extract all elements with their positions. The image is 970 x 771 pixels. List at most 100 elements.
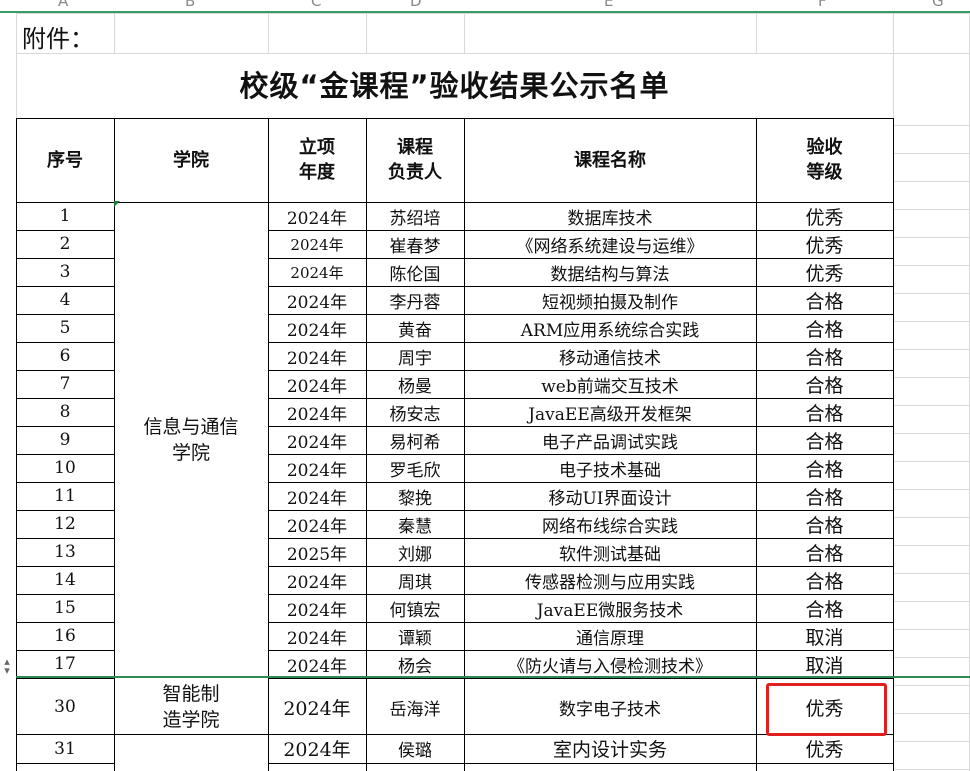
row30-seq-cell[interactable]: 30 [16, 680, 114, 734]
row-year-cell[interactable]: 2024年 [268, 426, 366, 454]
row-course-cell[interactable]: 网络布线综合实践 [464, 510, 756, 538]
row-grade-cell[interactable]: 优秀 [756, 202, 893, 230]
row-year-cell[interactable]: 2024年 [268, 314, 366, 342]
row-year-cell[interactable]: 2024年 [268, 398, 366, 426]
row-seq-cell[interactable]: 6 [16, 342, 114, 370]
row-grade-cell[interactable]: 合格 [756, 286, 893, 314]
row-year-cell[interactable]: 2024年 [268, 454, 366, 482]
row30-leader-cell[interactable]: 岳海洋 [366, 680, 464, 734]
row-year-cell[interactable]: 2024年 [268, 286, 366, 314]
row-grade-cell[interactable]: 合格 [756, 482, 893, 510]
column-header-c[interactable]: C [311, 0, 321, 10]
row-year-cell[interactable]: 2024年 [268, 482, 366, 510]
row-year-cell[interactable]: 2024年 [268, 230, 366, 258]
column-header-b[interactable]: B [185, 0, 195, 10]
row-course-cell[interactable]: 软件测试基础 [464, 538, 756, 566]
row-grade-cell[interactable]: 合格 [756, 510, 893, 538]
row-grade-cell[interactable]: 合格 [756, 370, 893, 398]
row-leader-cell[interactable]: 黄奋 [366, 314, 464, 342]
column-header-a[interactable]: A [58, 0, 68, 10]
row-year-cell[interactable]: 2024年 [268, 202, 366, 230]
column-header-f[interactable]: F [818, 0, 827, 10]
row-course-cell[interactable]: 电子技术基础 [464, 454, 756, 482]
row-course-cell[interactable]: 移动UI界面设计 [464, 482, 756, 510]
row-course-cell[interactable]: 《网络系统建设与运维》 [464, 230, 756, 258]
row-course-cell[interactable]: 通信原理 [464, 622, 756, 650]
row-leader-cell[interactable]: 刘娜 [366, 538, 464, 566]
row-leader-cell[interactable]: 黎挽 [366, 482, 464, 510]
row-seq-cell[interactable]: 3 [16, 258, 114, 286]
college-cell-intelligent[interactable]: 智能制 造学院 [114, 680, 268, 734]
row-year-cell[interactable]: 2024年 [268, 650, 366, 678]
row-leader-cell[interactable]: 崔春梦 [366, 230, 464, 258]
row-leader-cell[interactable]: 周宇 [366, 342, 464, 370]
row-seq-cell[interactable]: 16 [16, 622, 114, 650]
row-seq-cell[interactable]: 10 [16, 454, 114, 482]
row-seq-cell[interactable]: 15 [16, 594, 114, 622]
row-seq-cell[interactable]: 1 [16, 202, 114, 230]
row-resize-handle[interactable]: ▴ ▾ [0, 656, 14, 683]
row-leader-cell[interactable]: 罗毛欣 [366, 454, 464, 482]
row31-seq-cell[interactable]: 31 [16, 734, 114, 763]
row-seq-cell[interactable]: 7 [16, 370, 114, 398]
row-grade-cell[interactable]: 取消 [756, 622, 893, 650]
row-grade-cell[interactable]: 合格 [756, 426, 893, 454]
row-year-cell[interactable]: 2025年 [268, 538, 366, 566]
row-course-cell[interactable]: 移动通信技术 [464, 342, 756, 370]
row-grade-cell[interactable]: 取消 [756, 650, 893, 678]
row-leader-cell[interactable]: 杨安志 [366, 398, 464, 426]
row-leader-cell[interactable]: 周琪 [366, 566, 464, 594]
row-leader-cell[interactable]: 何镇宏 [366, 594, 464, 622]
row-seq-cell[interactable]: 9 [16, 426, 114, 454]
row30-course-cell[interactable]: 数字电子技术 [464, 680, 756, 734]
row-seq-cell[interactable]: 13 [16, 538, 114, 566]
row-seq-cell[interactable]: 17 [16, 650, 114, 678]
row-seq-cell[interactable]: 11 [16, 482, 114, 510]
row31-course-cell[interactable]: 室内设计实务 [464, 734, 756, 763]
row-grade-cell[interactable]: 合格 [756, 342, 893, 370]
column-header-g[interactable]: G [932, 0, 944, 10]
row-seq-cell[interactable]: 5 [16, 314, 114, 342]
row-grade-cell[interactable]: 合格 [756, 398, 893, 426]
row31-year-cell[interactable]: 2024年 [268, 734, 366, 763]
row-course-cell[interactable]: 传感器检测与应用实践 [464, 566, 756, 594]
row-seq-cell[interactable]: 14 [16, 566, 114, 594]
spreadsheet-grid[interactable]: 附件： 校级“金课程”验收结果公示名单 序号 学院 立项 年度 课程 负责人 课程名称 验… [16, 13, 970, 771]
row30-year-cell[interactable]: 2024年 [268, 680, 366, 734]
row-year-cell[interactable]: 2024年 [268, 370, 366, 398]
row-leader-cell[interactable]: 李丹蓉 [366, 286, 464, 314]
row-leader-cell[interactable]: 谭颖 [366, 622, 464, 650]
row-leader-cell[interactable]: 易柯希 [366, 426, 464, 454]
row31-leader-cell[interactable]: 侯璐 [366, 734, 464, 763]
row-leader-cell[interactable]: 杨会 [366, 650, 464, 678]
row-leader-cell[interactable]: 陈伦国 [366, 258, 464, 286]
row-course-cell[interactable]: 电子产品调试实践 [464, 426, 756, 454]
row-grade-cell[interactable]: 合格 [756, 454, 893, 482]
row-course-cell[interactable]: 《防火请与入侵检测技术》 [464, 650, 756, 678]
row-leader-cell[interactable]: 苏绍培 [366, 202, 464, 230]
row-grade-cell[interactable]: 合格 [756, 594, 893, 622]
column-header-d[interactable]: D [410, 0, 422, 10]
row-grade-cell[interactable]: 合格 [756, 538, 893, 566]
row-course-cell[interactable]: JavaEE高级开发框架 [464, 398, 756, 426]
column-header-e[interactable]: E [604, 0, 613, 10]
row-year-cell[interactable]: 2024年 [268, 622, 366, 650]
row-course-cell[interactable]: web前端交互技术 [464, 370, 756, 398]
row-seq-cell[interactable]: 8 [16, 398, 114, 426]
row-year-cell[interactable]: 2024年 [268, 342, 366, 370]
row-course-cell[interactable]: ARM应用系统综合实践 [464, 314, 756, 342]
row-course-cell[interactable]: 短视频拍摄及制作 [464, 286, 756, 314]
row-course-cell[interactable]: 数据库技术 [464, 202, 756, 230]
row-leader-cell[interactable]: 杨曼 [366, 370, 464, 398]
row-year-cell[interactable]: 2024年 [268, 566, 366, 594]
row-course-cell[interactable]: 数据结构与算法 [464, 258, 756, 286]
row-grade-cell[interactable]: 优秀 [756, 258, 893, 286]
row-leader-cell[interactable]: 秦慧 [366, 510, 464, 538]
college-merged-cell[interactable]: 信息与通信 学院 [114, 202, 268, 678]
row-year-cell[interactable]: 2024年 [268, 594, 366, 622]
row-year-cell[interactable]: 2024年 [268, 258, 366, 286]
row-course-cell[interactable]: JavaEE微服务技术 [464, 594, 756, 622]
row-grade-cell[interactable]: 合格 [756, 566, 893, 594]
row-seq-cell[interactable]: 12 [16, 510, 114, 538]
row-year-cell[interactable]: 2024年 [268, 510, 366, 538]
